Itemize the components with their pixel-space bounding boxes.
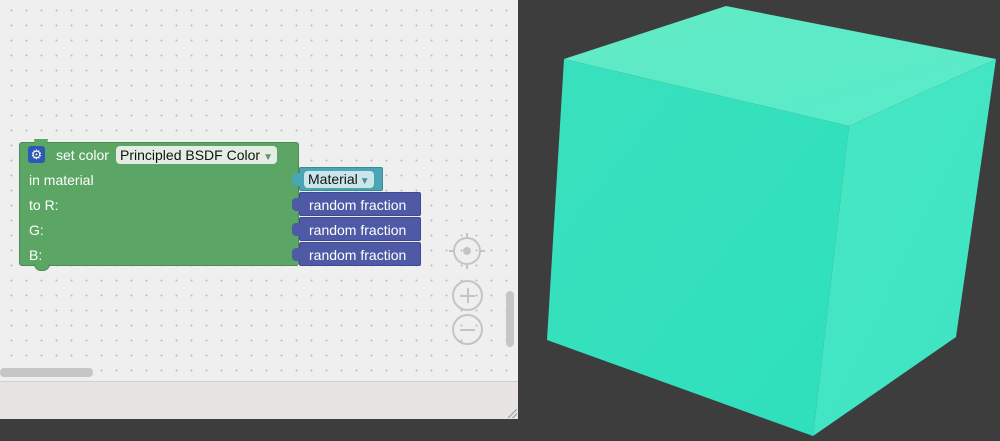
triangle-down-icon: ▼ (359, 176, 370, 187)
block-bottom-notch (34, 264, 50, 271)
horizontal-scrollbar[interactable] (0, 368, 93, 377)
random-fraction-block-g[interactable]: random fraction (292, 217, 421, 241)
cube-left-face (547, 59, 849, 436)
gear-icon[interactable]: ⚙ (28, 146, 45, 163)
triangle-down-icon: ▼ (263, 152, 273, 163)
cube-render (547, 6, 996, 436)
block-connector (292, 248, 301, 261)
block-connector (292, 223, 301, 236)
resize-grip-icon[interactable] (508, 409, 517, 418)
vertical-scrollbar[interactable] (506, 291, 514, 347)
in-material-label: in material (29, 172, 94, 188)
random-fraction-label: random fraction (309, 247, 407, 263)
g-label: G: (29, 222, 44, 238)
target-icon[interactable] (449, 233, 485, 269)
random-fraction-label: random fraction (309, 222, 407, 238)
block-connector (292, 173, 301, 186)
material-dropdown[interactable]: Material ▼ (304, 171, 374, 188)
plus-circle-icon[interactable] (452, 280, 483, 311)
workspace-footer (0, 381, 518, 419)
property-dropdown[interactable]: Principled BSDF Color ▼ (116, 146, 277, 164)
block-top-notch (34, 139, 48, 145)
b-label: B: (29, 247, 43, 263)
minus-circle-icon[interactable] (452, 314, 483, 345)
block-connector (292, 198, 301, 211)
to-r-label: to R: (29, 197, 59, 213)
3d-viewport[interactable] (518, 0, 1000, 441)
property-dropdown-value: Principled BSDF Color (120, 147, 261, 163)
random-fraction-block-r[interactable]: random fraction (292, 192, 421, 216)
set-color-label: set color (56, 147, 109, 163)
random-fraction-label: random fraction (309, 197, 407, 213)
material-value-block[interactable]: Material ▼ (292, 167, 383, 191)
set-color-block[interactable]: ⚙ set color Principled BSDF Color ▼ in ma… (19, 139, 299, 271)
random-fraction-block-b[interactable]: random fraction (292, 242, 421, 266)
blocks-workspace[interactable]: ⚙ set color Principled BSDF Color ▼ in ma… (0, 0, 518, 381)
material-dropdown-value: Material (308, 171, 358, 187)
